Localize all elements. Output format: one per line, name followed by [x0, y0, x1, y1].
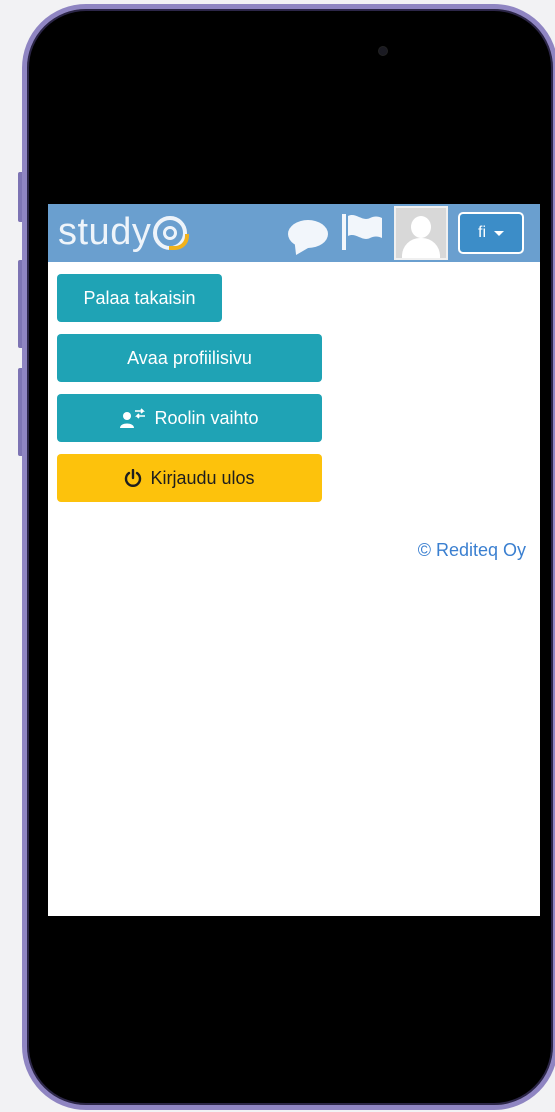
role-switch-button[interactable]: Roolin vaihto	[57, 394, 322, 442]
app-screen: study fi Palaa takaisin Avaa profiilisiv…	[48, 204, 540, 916]
chat-bubble-icon[interactable]	[288, 220, 328, 248]
open-profile-button[interactable]: Avaa profiilisivu	[57, 334, 322, 382]
logout-label: Kirjaudu ulos	[150, 467, 255, 488]
avatar-body	[402, 238, 440, 258]
back-button-label: Palaa takaisin	[83, 287, 196, 308]
language-label: fi	[478, 224, 486, 241]
back-button[interactable]: Palaa takaisin	[57, 274, 222, 322]
user-avatar-icon[interactable]	[394, 206, 448, 260]
open-profile-label: Avaa profiilisivu	[127, 347, 252, 368]
language-dropdown-button[interactable]: fi	[458, 212, 524, 254]
power-icon	[125, 469, 142, 487]
studya-logo[interactable]: study	[58, 210, 190, 254]
copyright-link[interactable]: © Rediteq Oy	[418, 540, 526, 561]
logout-button[interactable]: Kirjaudu ulos	[57, 454, 322, 502]
chevron-down-icon	[494, 230, 504, 236]
flag-icon[interactable]	[340, 212, 384, 252]
avatar-head	[411, 216, 431, 238]
logo-at-icon	[153, 216, 190, 250]
role-switch-label: Roolin vaihto	[154, 407, 259, 428]
logo-text: study	[58, 211, 152, 253]
top-navigation-bar: study fi	[48, 204, 540, 262]
user-swap-icon	[120, 408, 146, 428]
front-camera	[379, 47, 387, 55]
